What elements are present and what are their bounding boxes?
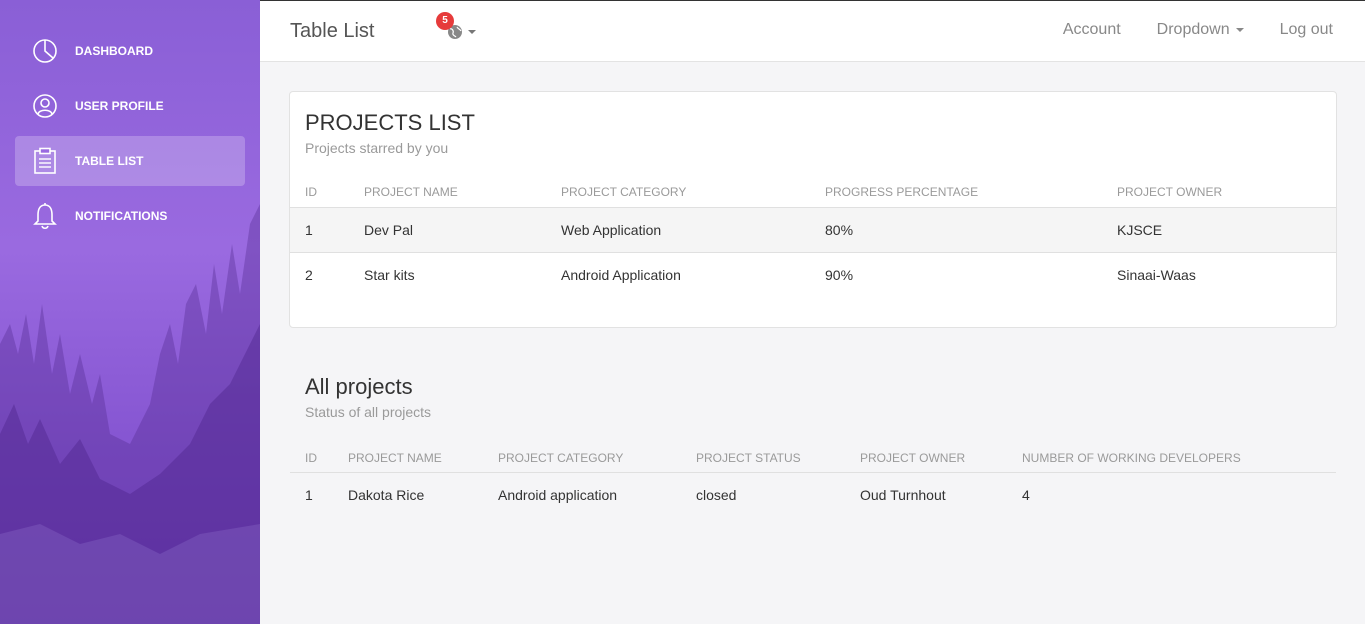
table-header-cell: PROJECT CATEGORY [498, 451, 624, 465]
table-header-cell: PROJECT CATEGORY [561, 185, 687, 199]
table-header-cell: PROJECT NAME [348, 451, 442, 465]
table-divider [290, 252, 1336, 253]
table-cell: Sinaai-Waas [1117, 267, 1196, 283]
bell-icon [31, 202, 59, 230]
notification-badge: 5 [436, 12, 454, 30]
sidebar-item-label: USER PROFILE [75, 99, 164, 113]
table-header-cell: PROGRESS PERCENTAGE [825, 185, 979, 199]
table-header-cell: PROJECT OWNER [1117, 185, 1223, 199]
dropdown-menu[interactable]: Dropdown [1157, 21, 1244, 39]
table-header-cell: ID [305, 185, 317, 199]
table-cell: 4 [1022, 487, 1030, 503]
table-header-cell: PROJECT STATUS [696, 451, 801, 465]
sidebar: DASHBOARD USER PROFILE TABLE LIST NOTIFI… [0, 0, 260, 624]
table-header-cell: NUMBER OF WORKING DEVELOPERS [1022, 451, 1241, 465]
page-title: Table List [290, 20, 375, 42]
user-icon [31, 92, 59, 120]
forest-background-image [0, 204, 260, 624]
section-subtitle: Status of all projects [305, 404, 432, 420]
top-navbar: Table List 5 Account Dropdown Log out [260, 0, 1365, 62]
card-subtitle: Projects starred by you [305, 140, 449, 156]
table-cell: 2 [305, 267, 313, 283]
sidebar-item-dashboard[interactable]: DASHBOARD [15, 26, 245, 76]
table-cell: 80% [825, 222, 854, 238]
table-cell: 1 [305, 487, 313, 503]
logout-link[interactable]: Log out [1280, 21, 1333, 39]
caret-down-icon [468, 30, 476, 34]
table-cell: Oud Turnhout [860, 487, 946, 503]
table-cell: Web Application [561, 222, 662, 238]
table-cell: Android application [498, 487, 618, 503]
pie-chart-icon [31, 37, 59, 65]
caret-down-icon [1235, 28, 1244, 32]
table-cell: Dakota Rice [348, 487, 425, 503]
table-row[interactable] [290, 208, 1336, 252]
top-links: Account Dropdown Log out [1063, 21, 1333, 39]
sidebar-item-label: NOTIFICATIONS [75, 209, 168, 223]
table-cell: Android Application [561, 267, 681, 283]
table-header-cell: PROJECT NAME [364, 185, 458, 199]
projects-list-card: PROJECTS LIST Projects starred by you ID… [289, 91, 1337, 328]
sidebar-item-label: DASHBOARD [75, 44, 153, 58]
table-cell: Dev Pal [364, 222, 414, 238]
table-cell: Star kits [364, 267, 415, 283]
sidebar-item-notifications[interactable]: NOTIFICATIONS [15, 191, 245, 241]
sidebar-item-table-list[interactable]: TABLE LIST [15, 136, 245, 186]
table-header-cell: PROJECT OWNER [860, 451, 966, 465]
table-cell: 90% [825, 267, 854, 283]
section-title: All projects [305, 374, 413, 399]
table-cell: 1 [305, 222, 313, 238]
clipboard-icon [31, 147, 59, 175]
table-row[interactable] [290, 473, 1336, 515]
card-title: PROJECTS LIST [305, 110, 475, 135]
sidebar-nav: DASHBOARD USER PROFILE TABLE LIST NOTIFI… [15, 26, 245, 246]
sidebar-item-user-profile[interactable]: USER PROFILE [15, 81, 245, 131]
dropdown-label: Dropdown [1156, 21, 1230, 38]
table-cell: KJSCE [1117, 222, 1163, 238]
sidebar-item-label: TABLE LIST [75, 154, 144, 168]
table-header-cell: ID [305, 451, 317, 465]
notifications-dropdown[interactable]: 5 [436, 12, 482, 43]
account-link[interactable]: Account [1063, 21, 1121, 39]
table-cell: closed [696, 487, 737, 503]
